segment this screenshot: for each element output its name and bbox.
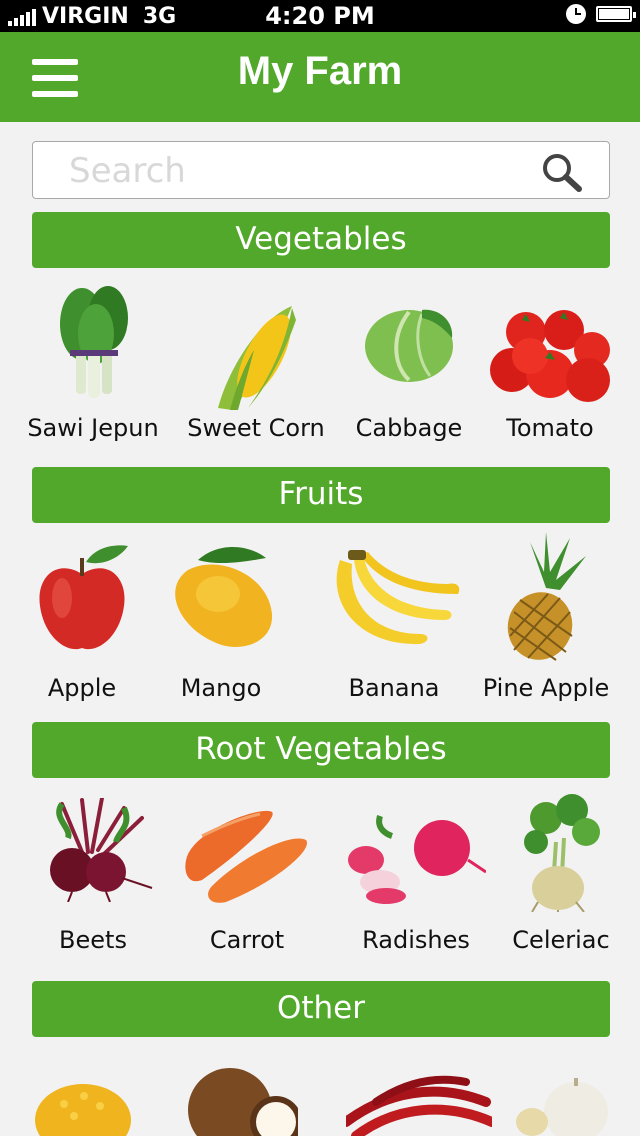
search-input[interactable] [67, 150, 531, 192]
product-item-coconut[interactable] [186, 1066, 298, 1136]
app-header: My Farm [0, 32, 640, 122]
product-item-carrot[interactable]: Carrot [182, 806, 312, 958]
product-item-beets[interactable]: Beets [32, 798, 154, 958]
product-item-chili[interactable] [346, 1072, 492, 1136]
product-item-lentils[interactable] [34, 1080, 132, 1136]
mango-image [175, 547, 273, 647]
apple-image [39, 545, 128, 650]
product-label: Mango [180, 674, 262, 702]
product-item-garlic[interactable] [510, 1072, 610, 1136]
search-icon[interactable] [541, 152, 585, 192]
carrot-image [185, 810, 307, 903]
product-item-cabbage[interactable]: Cabbage [356, 304, 462, 449]
product-item-sawi-jepun[interactable]: Sawi Jepun [27, 284, 159, 449]
sawi-jepun-image [60, 286, 128, 398]
radishes-image [348, 815, 486, 904]
celeriac-image [524, 794, 600, 912]
tomato-image [490, 310, 610, 402]
product-label: Banana [348, 674, 440, 702]
page-title: My Farm [237, 49, 403, 93]
product-label: Beets [59, 926, 127, 954]
section-header-root-vegetables[interactable]: Root Vegetables [32, 722, 610, 778]
product-label: Tomato [506, 414, 594, 442]
section-header-fruits[interactable]: Fruits [32, 467, 610, 523]
product-label: Apple [47, 674, 117, 702]
section-header-vegetables[interactable]: Vegetables [32, 212, 610, 268]
pineapple-image [507, 532, 586, 661]
beets-image [50, 798, 153, 902]
garlic-image [516, 1078, 608, 1136]
status-time: 4:20 PM [265, 2, 375, 30]
product-label: Celeriac [512, 926, 610, 954]
banana-image [336, 550, 460, 645]
product-label: Carrot [209, 926, 285, 954]
battery-icon [596, 6, 636, 22]
product-label: Radishes [362, 926, 470, 954]
product-item-pineapple[interactable]: Pine Apple [483, 532, 609, 704]
product-item-sweet-corn[interactable]: Sweet Corn [187, 300, 325, 449]
product-item-tomato[interactable]: Tomato [490, 304, 610, 449]
sweet-corn-image [218, 306, 296, 410]
product-label: Pine Apple [482, 674, 610, 702]
product-item-celeriac[interactable]: Celeriac [512, 792, 610, 958]
chili-image [346, 1075, 492, 1136]
product-item-mango[interactable]: Mango [168, 544, 274, 704]
product-label: Sawi Jepun [27, 414, 159, 442]
lentils-image [35, 1084, 131, 1136]
search-box [32, 141, 610, 199]
cabbage-image [365, 309, 453, 382]
alarm-clock-icon [566, 4, 586, 24]
product-item-banana[interactable]: Banana [326, 550, 462, 704]
status-bar: VIRGIN 3G 4:20 PM [0, 0, 640, 32]
coconut-image [188, 1068, 298, 1136]
product-item-radishes[interactable]: Radishes [346, 808, 486, 958]
product-label: Cabbage [355, 414, 463, 442]
product-label: Sweet Corn [187, 414, 325, 442]
section-header-other[interactable]: Other [32, 981, 610, 1037]
product-item-apple[interactable]: Apple [34, 544, 130, 704]
